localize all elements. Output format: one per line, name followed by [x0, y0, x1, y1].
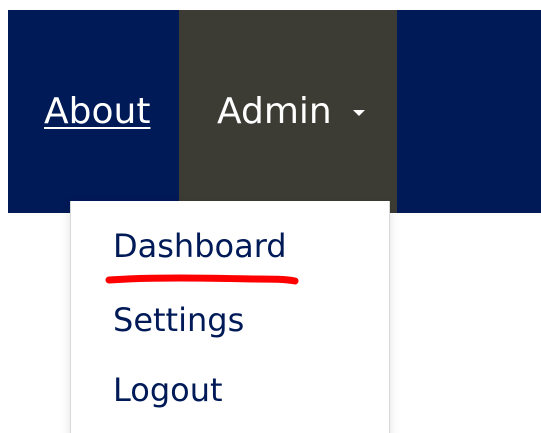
page: About Admin Dashboard Settings Logout	[0, 0, 541, 433]
menu-item-logout[interactable]: Logout	[113, 374, 223, 406]
caret-down-icon	[353, 110, 365, 116]
menu-item-dashboard[interactable]: Dashboard	[113, 230, 287, 262]
nav-link-about[interactable]: About	[44, 94, 150, 130]
nav-admin-label: Admin	[217, 91, 332, 132]
red-highlight-underline	[105, 274, 299, 285]
nav-dropdown-admin[interactable]: Admin	[179, 10, 397, 213]
admin-dropdown-menu: Dashboard Settings Logout	[70, 201, 390, 433]
top-navbar: About Admin	[8, 10, 541, 213]
menu-item-settings[interactable]: Settings	[113, 304, 244, 336]
